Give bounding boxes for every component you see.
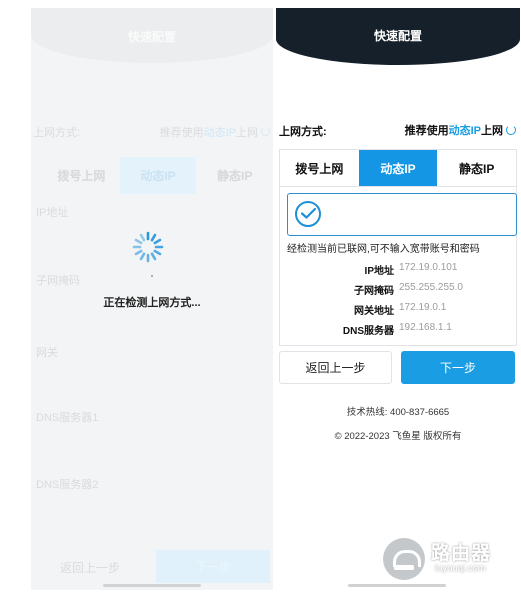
right-screen-result: 快速配置 上网方式: 推荐使用 动态IP 上网 拨号上网 动态IP 静态IP 经检测… — [276, 8, 520, 590]
recommend-prefix: 推荐使用 — [404, 125, 449, 137]
left-header: 快速配置 — [31, 8, 273, 63]
left-field-ip-label: IP地址 — [36, 207, 69, 219]
field-row-mask: 子网掩码 255.255.255.0 — [280, 282, 518, 298]
recommend-suffix: 上网 — [481, 125, 503, 137]
left-recommend-prefix: 推荐使用 — [159, 127, 204, 139]
left-page-title: 快速配置 — [127, 30, 176, 44]
field-value: 192.168.1.1 — [399, 322, 452, 333]
dynamic-ip-panel: 经检测当前已联网,可不输入宽带账号和密码 IP地址 172.19.0.101 子… — [279, 187, 517, 346]
refresh-icon[interactable] — [506, 125, 516, 135]
connection-tabs: 拨号上网 动态IP 静态IP — [279, 149, 517, 187]
recommend-mode: 动态IP — [448, 125, 481, 137]
field-value: 172.19.0.1 — [399, 302, 447, 313]
left-home-indicator — [103, 584, 201, 587]
loading-text: 正在检测上网方式... — [103, 297, 201, 309]
tab-dynamic-ip[interactable]: 动态IP — [358, 150, 438, 186]
right-header: 快速配置 — [276, 8, 520, 65]
left-refresh-icon — [261, 127, 270, 136]
field-value: 255.255.255.0 — [399, 282, 463, 293]
watermark: 路由器 luyouqi.com — [383, 536, 513, 584]
left-recommend-suffix: 上网 — [236, 127, 258, 139]
left-tab-static[interactable]: 静态IP — [196, 157, 273, 194]
hotline-text: 技术热线: 400-837-6665 — [346, 407, 450, 418]
back-button[interactable]: 返回上一步 — [279, 351, 392, 384]
left-field-gateway-label: 网关 — [36, 347, 58, 359]
left-tab-pppoe[interactable]: 拨号上网 — [43, 157, 120, 194]
left-field-dns2-label: DNS服务器2 — [36, 479, 99, 491]
watermark-text: 路由器 — [431, 543, 492, 564]
connection-mode-label: 上网方式: — [279, 126, 327, 138]
left-connection-label: 上网方式: — [33, 127, 81, 139]
loading-spinner-icon — [132, 231, 164, 263]
field-label: IP地址 — [364, 266, 394, 277]
spinner-dot — [151, 275, 153, 277]
left-tabs: 拨号上网 动态IP 静态IP — [43, 157, 273, 194]
field-label: 网关地址 — [354, 306, 394, 317]
left-back-button[interactable]: 返回上一步 — [33, 551, 147, 584]
left-field-mask-label: 子网掩码 — [36, 275, 80, 287]
field-row-ip: IP地址 172.19.0.101 — [280, 262, 518, 278]
home-indicator — [348, 584, 446, 587]
tab-static-ip[interactable]: 静态IP — [437, 150, 517, 186]
left-recommend: 推荐使用动态IP上网 — [160, 124, 270, 140]
detect-message: 经检测当前已联网,可不输入宽带账号和密码 — [287, 244, 480, 255]
field-value: 172.19.0.101 — [399, 262, 458, 273]
field-label: DNS服务器 — [342, 326, 394, 337]
field-row-gateway: 网关地址 172.19.0.1 — [280, 302, 518, 318]
status-box — [287, 193, 517, 236]
router-logo-icon — [383, 538, 425, 580]
recommend-text: 推荐使用 动态IP 上网 — [405, 122, 516, 138]
left-screen-loading: 快速配置 上网方式: 推荐使用动态IP上网 拨号上网 动态IP 静态IP IP地… — [31, 8, 273, 590]
left-tab-dhcp[interactable]: 动态IP — [119, 157, 197, 194]
field-row-dns: DNS服务器 192.168.1.1 — [280, 322, 518, 338]
next-button[interactable]: 下一步 — [401, 351, 515, 384]
left-next-button[interactable]: 下一步 — [156, 550, 270, 583]
left-recommend-mode: 动态IP — [203, 127, 236, 139]
check-circle-icon — [295, 201, 321, 227]
page-title: 快速配置 — [373, 29, 422, 43]
watermark-url: luyouqi.com — [435, 563, 486, 574]
left-field-dns1-label: DNS服务器1 — [36, 412, 99, 424]
copyright-text: © 2022-2023 飞鱼星 版权所有 — [334, 431, 462, 442]
field-label: 子网掩码 — [354, 286, 394, 297]
tab-pppoe[interactable]: 拨号上网 — [280, 150, 359, 186]
